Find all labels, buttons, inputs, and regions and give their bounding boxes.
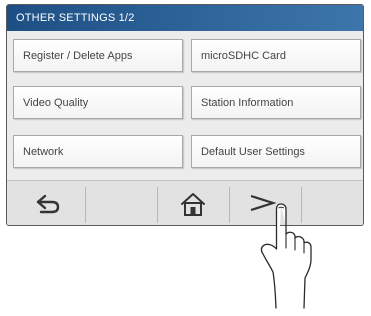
home-button[interactable] [163,183,223,225]
title-bar: OTHER SETTINGS 1/2 [7,5,363,31]
video-quality-button[interactable]: Video Quality [13,86,183,119]
station-information-button[interactable]: Station Information [191,86,361,119]
nav-divider [229,187,230,223]
register-delete-apps-button[interactable]: Register / Delete Apps [13,39,183,72]
station-information-label: Station Information [201,97,294,109]
settings-menu-grid: Register / Delete Apps microSDHC Card Vi… [7,31,363,180]
pointing-hand-icon [260,203,312,309]
microsdhc-card-label: microSDHC Card [201,50,286,62]
home-icon [181,193,205,216]
network-button[interactable]: Network [13,135,183,168]
return-arrow-icon [36,194,60,214]
page-title: OTHER SETTINGS 1/2 [16,12,135,24]
default-user-settings-label: Default User Settings [201,146,305,158]
nav-divider [157,187,158,223]
microsdhc-card-button[interactable]: microSDHC Card [191,39,361,72]
settings-panel: OTHER SETTINGS 1/2 Register / Delete App… [6,4,364,226]
default-user-settings-button[interactable]: Default User Settings [191,135,361,168]
back-button[interactable] [19,183,79,225]
nav-divider [85,187,86,223]
video-quality-label: Video Quality [23,97,89,109]
register-delete-apps-label: Register / Delete Apps [23,50,133,62]
network-label: Network [23,146,64,158]
